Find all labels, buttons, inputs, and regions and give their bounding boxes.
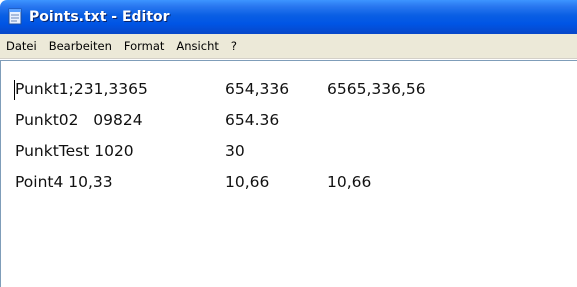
text-line-1: Punkt1;231,3365 654,336 6565,336,56 xyxy=(15,77,426,102)
line-1-col-2: 654,336 xyxy=(225,80,290,98)
title-bar[interactable]: Points.txt - Editor xyxy=(0,0,577,34)
menu-ansicht[interactable]: Ansicht xyxy=(170,36,224,56)
notepad-window: Points.txt - Editor Datei Bearbeiten For… xyxy=(0,0,577,287)
line-4-col-3: 10,66 xyxy=(327,173,372,191)
text-line-3: PunktTest 1020 30 xyxy=(15,139,245,164)
line-1-col-1: Punkt1;231,3365 xyxy=(15,80,148,98)
line-2-col-1: Punkt02 09824 xyxy=(15,111,143,129)
menu-bar: Datei Bearbeiten Format Ansicht ? xyxy=(0,34,577,59)
line-1-col-3: 6565,336,56 xyxy=(327,80,426,98)
line-2-col-2: 654.36 xyxy=(225,111,280,129)
line-3-col-1: PunktTest 1020 xyxy=(15,142,134,160)
line-4-col-1: Point4 10,33 xyxy=(15,173,113,191)
text-editor-area[interactable]: Punkt1;231,3365 654,336 6565,336,56 Punk… xyxy=(0,60,577,287)
menu-bearbeiten[interactable]: Bearbeiten xyxy=(43,36,118,56)
text-line-4: Point4 10,33 10,66 10,66 xyxy=(15,170,371,195)
menu-format[interactable]: Format xyxy=(118,36,171,56)
window-title: Points.txt - Editor xyxy=(29,9,170,25)
text-line-2: Punkt02 09824 654.36 xyxy=(15,108,279,133)
menu-help[interactable]: ? xyxy=(225,36,243,56)
line-3-col-2: 30 xyxy=(225,142,245,160)
notepad-icon xyxy=(8,8,22,25)
menu-datei[interactable]: Datei xyxy=(0,36,43,56)
line-4-col-2: 10,66 xyxy=(225,173,270,191)
